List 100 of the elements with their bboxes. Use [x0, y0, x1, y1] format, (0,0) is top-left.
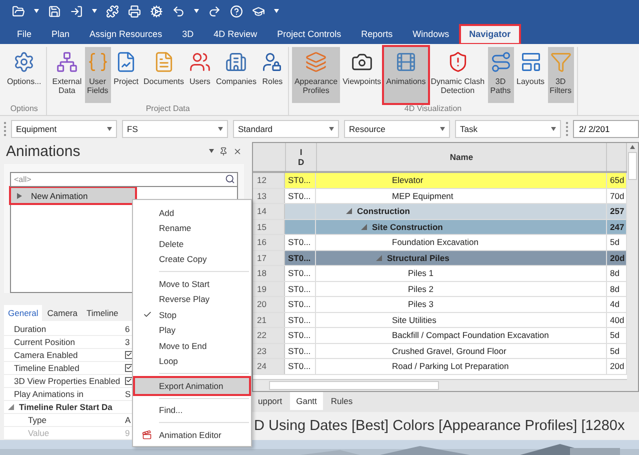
column-header: ID [286, 143, 317, 171]
panel-tab[interactable]: Camera [43, 305, 82, 321]
menu-item[interactable]: Reverse Play [135, 292, 249, 307]
ribbon-tab[interactable]: 3D [173, 25, 203, 44]
menu-item[interactable]: Find... [135, 402, 249, 418]
ribbon-tab[interactable]: 4D Review [204, 25, 266, 44]
menu-item[interactable]: Play [135, 322, 249, 338]
puzzle-icon[interactable] [106, 4, 119, 18]
import-icon[interactable] [70, 4, 83, 18]
caret-icon [218, 127, 223, 131]
view-tab[interactable]: Gantt [290, 392, 323, 410]
ribbon-button[interactable]: Appearance Profiles [292, 47, 340, 103]
menu-item[interactable]: Create Copy [135, 252, 249, 267]
close-icon[interactable] [233, 146, 242, 156]
dropdown[interactable]: Standard [233, 120, 339, 138]
ribbon-button[interactable]: Companies [214, 47, 258, 103]
view-tab[interactable]: upport [252, 392, 288, 410]
tree-item[interactable]: New Animation [11, 188, 135, 203]
camera-icon [350, 51, 373, 73]
undo-icon[interactable] [172, 4, 185, 18]
table-cell: Piles 1 [408, 268, 434, 278]
menu-item[interactable]: Animation Editor [135, 427, 249, 442]
dropdown[interactable]: Task [455, 120, 561, 138]
ribbon-tab[interactable]: Assign Resources [80, 25, 172, 44]
save-icon[interactable] [48, 4, 61, 18]
row-number: 19 [253, 282, 285, 296]
table-cell: ST0... [285, 344, 316, 358]
ribbon-button[interactable]: Users [186, 47, 213, 103]
building-icon [225, 51, 248, 73]
row-number: 16 [253, 235, 285, 250]
ribbon-tab[interactable]: Plan [42, 25, 79, 44]
date-field[interactable]: 2/ 2/201 [573, 120, 639, 138]
ribbon-tab[interactable]: Project Controls [268, 25, 350, 44]
ribbon-button[interactable]: Animations [384, 47, 428, 103]
menu-item[interactable]: Move to End [135, 338, 249, 354]
ribbon-tab[interactable]: Reports [352, 25, 402, 44]
dropdown[interactable]: Equipment [11, 120, 117, 138]
ribbon-button[interactable]: Layouts [514, 47, 547, 103]
printer-icon[interactable] [128, 4, 141, 18]
search-field[interactable]: <all> [10, 172, 238, 187]
table-cell: ST0... [285, 312, 316, 327]
expand-triangle-icon[interactable] [346, 208, 352, 214]
ribbon-button[interactable]: Roles [259, 47, 286, 103]
dropdown[interactable]: Resource [344, 120, 450, 138]
ribbon-button[interactable]: 3D Filters [548, 47, 574, 103]
ribbon-tab[interactable]: Windows [404, 25, 458, 44]
scroll-up-icon[interactable] [630, 145, 635, 149]
ribbon-tab[interactable]: Navigator [460, 25, 520, 44]
table-cell: Construction [357, 206, 410, 216]
redo-icon[interactable] [208, 4, 221, 18]
menu-item[interactable]: Stop [135, 307, 249, 322]
row-number: 23 [253, 344, 285, 358]
group-label: Project Data [146, 104, 190, 113]
ribbon-button[interactable]: User Fields [84, 47, 111, 103]
table-cell: Elevator [392, 175, 424, 186]
menu-item[interactable]: Add [135, 205, 249, 220]
ribbon-button[interactable]: External Data [50, 47, 84, 103]
table-cell: ST0... [285, 235, 316, 250]
caret-icon[interactable] [274, 9, 279, 13]
expand-triangle-icon[interactable] [16, 192, 22, 198]
panel-tab[interactable]: General [4, 305, 42, 321]
ribbon-button[interactable]: Documents [142, 47, 186, 103]
caret-icon[interactable] [92, 9, 97, 13]
row-number: 21 [253, 312, 285, 327]
table-cell: Site Utilities [392, 314, 436, 325]
menu-item[interactable]: Export Animation [135, 378, 249, 394]
expand-triangle-icon[interactable] [361, 224, 367, 230]
group-label: 4D Visualization [404, 104, 462, 113]
ribbon-button[interactable]: Options... [5, 47, 44, 103]
table-cell: Foundation Excavation [392, 237, 478, 248]
scrollbar-thumb[interactable] [269, 381, 439, 390]
caret-icon[interactable] [194, 9, 199, 13]
caret-icon [329, 127, 334, 131]
ribbon-tab[interactable]: File [8, 25, 41, 44]
ribbon-button[interactable]: Dynamic Clash Detection [428, 47, 487, 103]
graduation-cap-icon[interactable] [252, 4, 265, 18]
menu-item[interactable]: Delete [135, 236, 249, 252]
menu-item[interactable]: Loop [135, 354, 249, 369]
expand-triangle-icon[interactable] [8, 404, 14, 410]
panel-tab[interactable]: Timeline [82, 305, 122, 321]
ribbon-button[interactable]: Project [112, 47, 141, 103]
status-text: D Using Dates [Best] Colors [Appearance Profiles] [1280x [253, 417, 626, 436]
help-icon[interactable] [230, 4, 243, 18]
caret-icon[interactable] [34, 9, 39, 13]
table-cell: ST0... [285, 282, 316, 296]
property-name: Camera Enabled [13, 350, 79, 360]
dropdown[interactable]: FS [122, 120, 228, 138]
ribbon-button[interactable]: 3D Paths [488, 47, 514, 103]
pin-icon[interactable] [219, 146, 228, 156]
folder-icon[interactable] [12, 4, 25, 18]
ribbon-button[interactable]: Viewpoints [340, 47, 384, 103]
table-cell: ST0... [285, 266, 316, 280]
menu-item[interactable]: Rename [135, 220, 249, 236]
table-cell: Site Construction [372, 222, 443, 232]
property-name: Type [27, 415, 48, 425]
scrollbar-thumb[interactable] [628, 152, 637, 180]
view-tab[interactable]: Rules [324, 392, 359, 410]
caret-icon[interactable] [209, 149, 214, 153]
table-cell: ST0... [285, 173, 316, 188]
menu-item[interactable]: Move to Start [135, 276, 249, 292]
